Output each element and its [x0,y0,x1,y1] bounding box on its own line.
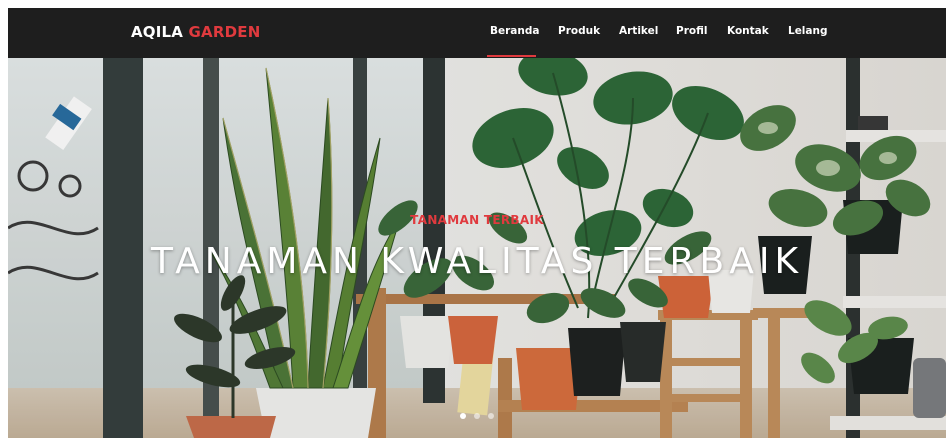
nav-lelang[interactable]: Lelang [788,25,828,37]
nav-kontak[interactable]: Kontak [727,25,769,37]
navbar: AQILA GARDEN Beranda Produk Artikel Prof… [8,8,946,58]
nav-beranda[interactable]: Beranda [490,25,539,37]
nav-produk[interactable]: Produk [558,25,600,37]
carousel-dot-1[interactable] [460,413,466,419]
carousel-indicators [460,413,494,419]
nav-active-indicator [487,55,536,57]
hero-carousel[interactable]: TANAMAN TERBAIK TANAMAN KWALITAS TERBAIK [8,58,946,438]
hero-kicker: TANAMAN TERBAIK [410,213,544,227]
brand-name-second: GARDEN [188,23,261,41]
carousel-dot-3[interactable] [488,413,494,419]
brand-logo[interactable]: AQILA GARDEN [131,23,260,41]
hero-headline: TANAMAN KWALITAS TERBAIK [150,241,804,282]
carousel-dot-2[interactable] [474,413,480,419]
brand-name-first: AQILA [131,23,184,41]
nav-artikel[interactable]: Artikel [619,25,658,37]
nav-profil[interactable]: Profil [676,25,707,37]
page-frame: AQILA GARDEN Beranda Produk Artikel Prof… [8,8,946,438]
